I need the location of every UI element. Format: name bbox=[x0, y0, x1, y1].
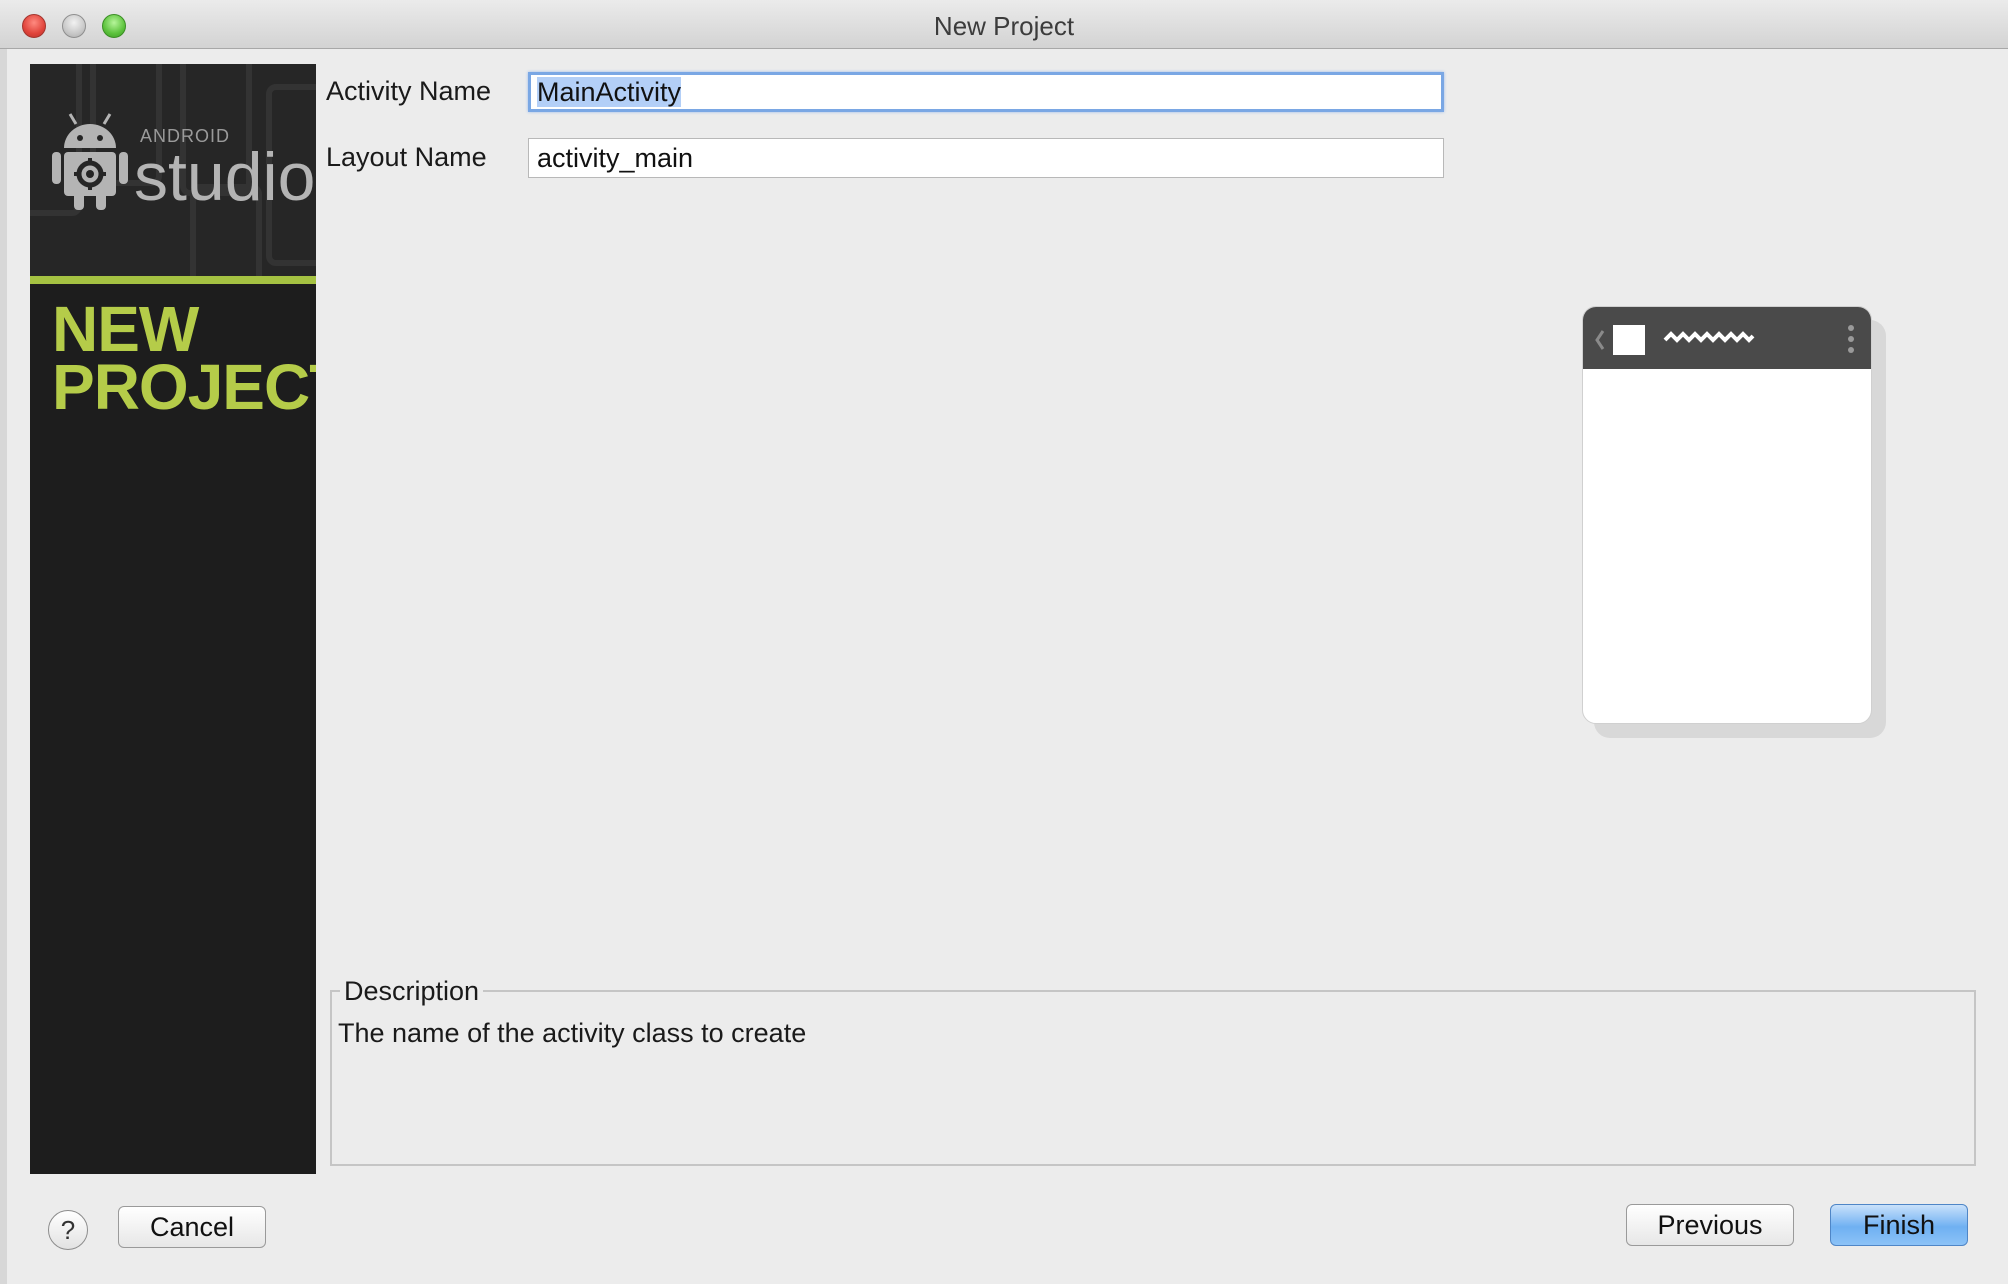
action-bar-icons bbox=[1595, 325, 1854, 355]
layout-name-input[interactable]: activity_main bbox=[528, 138, 1444, 178]
minimize-window-button[interactable] bbox=[62, 14, 86, 38]
layout-name-value: activity_main bbox=[537, 143, 694, 173]
sidebar-accent-rule bbox=[30, 276, 316, 284]
description-text: The name of the activity class to create bbox=[338, 1018, 807, 1048]
overflow-menu-icon bbox=[1848, 325, 1854, 331]
logo-studio-text: studio bbox=[134, 139, 316, 215]
preview-action-bar bbox=[1583, 307, 1871, 369]
close-window-button[interactable] bbox=[22, 14, 46, 38]
help-button[interactable]: ? bbox=[48, 1210, 88, 1250]
description-panel bbox=[330, 990, 1976, 1166]
cancel-button[interactable]: Cancel bbox=[118, 1206, 266, 1248]
logo-area: ANDROID studio bbox=[30, 64, 316, 276]
app-icon-placeholder bbox=[1613, 325, 1645, 355]
background-window-edge bbox=[0, 0, 7, 1284]
activity-name-label: Activity Name bbox=[326, 76, 492, 106]
activity-name-input[interactable]: MainActivity bbox=[528, 72, 1444, 112]
window-title: New Project bbox=[933, 11, 1075, 41]
activity-name-value: MainActivity bbox=[537, 77, 682, 107]
title-squiggle-icon bbox=[1663, 331, 1755, 343]
previous-button[interactable]: Previous bbox=[1626, 1204, 1794, 1246]
maximize-window-button[interactable] bbox=[102, 14, 126, 38]
activity-preview bbox=[1582, 306, 1872, 724]
sidebar-title: NEW PROJECT bbox=[52, 293, 316, 423]
back-caret-icon bbox=[1595, 330, 1605, 350]
sidebar-banner: ANDROID studio NEW PROJECT bbox=[30, 64, 316, 1174]
finish-button[interactable]: Finish bbox=[1830, 1204, 1968, 1246]
description-title: Description bbox=[340, 976, 484, 1007]
layout-name-label: Layout Name bbox=[326, 142, 487, 172]
android-robot-icon bbox=[52, 113, 128, 210]
